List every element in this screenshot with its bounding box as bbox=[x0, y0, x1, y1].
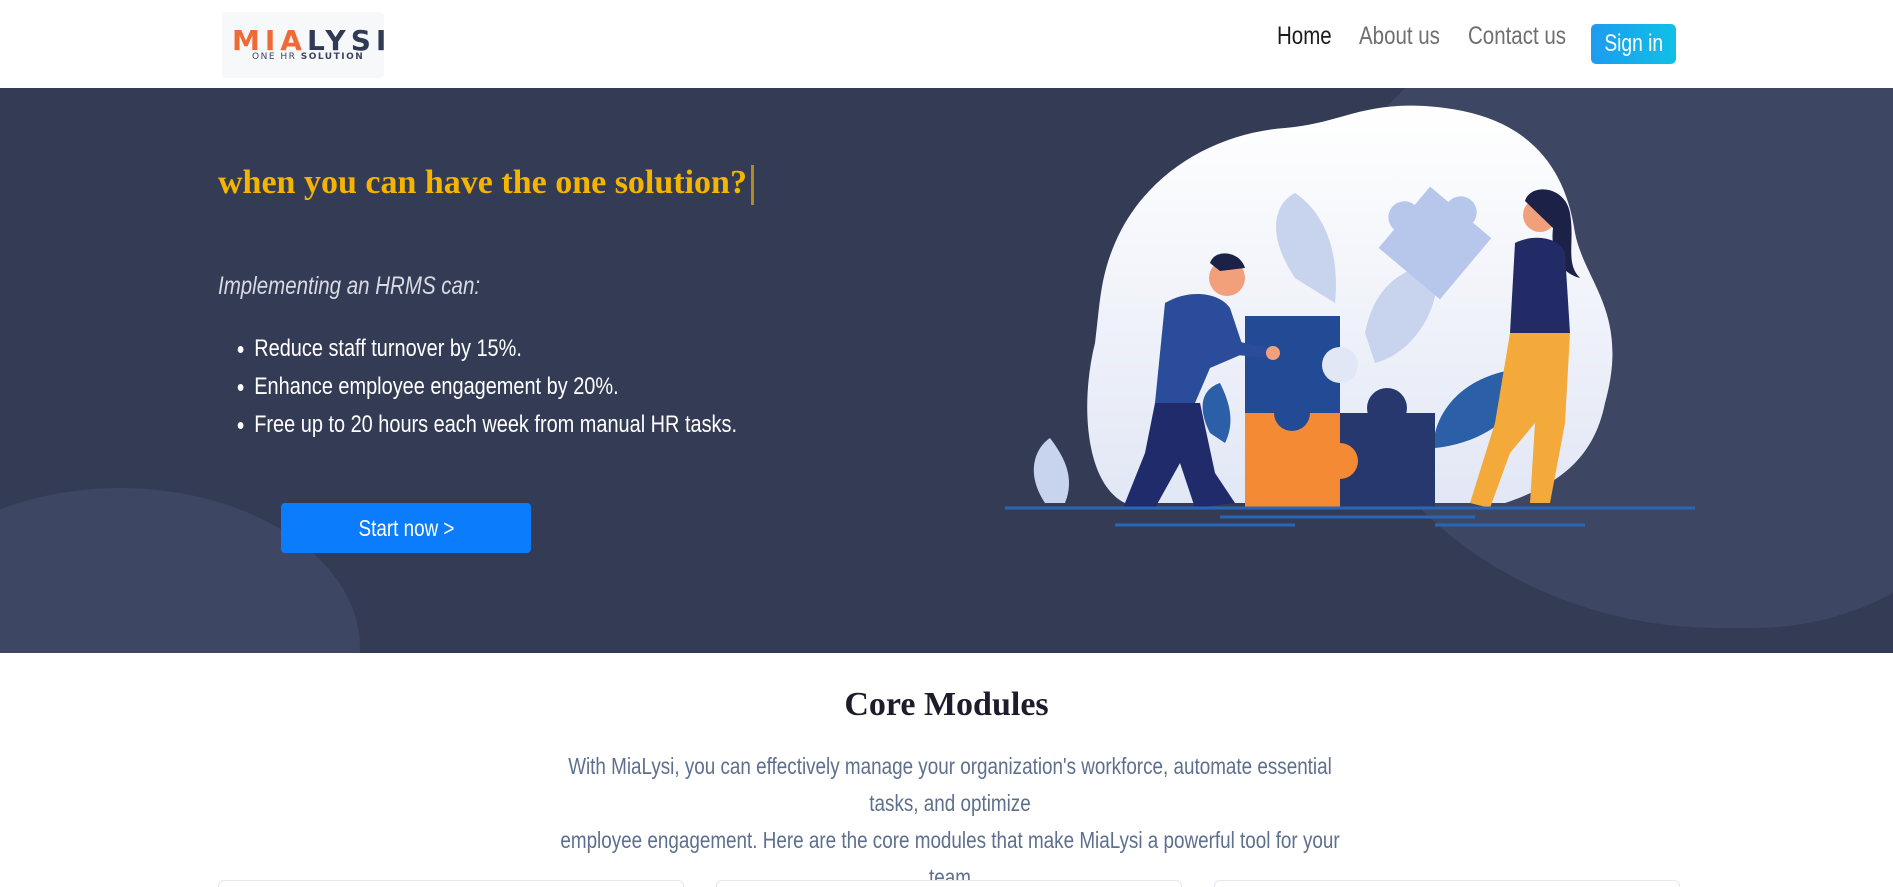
logo-tagline-thin: ONE HR bbox=[252, 52, 301, 62]
typing-cursor bbox=[750, 165, 754, 206]
background-spot bbox=[1700, 548, 1740, 582]
module-card[interactable] bbox=[218, 880, 684, 887]
background-spot bbox=[1780, 598, 1806, 622]
nav-contact-us[interactable]: Contact us bbox=[1468, 22, 1566, 51]
benefit-item: Reduce staff turnover by 15%. bbox=[236, 330, 737, 368]
logo-tagline-bold: SOLUTION bbox=[300, 52, 365, 62]
benefit-item: Free up to 20 hours each week from manua… bbox=[236, 406, 737, 444]
core-desc-line: employee engagement. Here are the core m… bbox=[560, 827, 1340, 887]
benefit-list: Reduce staff turnover by 15%. Enhance em… bbox=[236, 330, 840, 444]
hero-headline-text: when you can have the one solution? bbox=[218, 164, 747, 201]
module-card[interactable] bbox=[1214, 880, 1680, 887]
start-now-button[interactable]: Start now > bbox=[281, 503, 531, 553]
benefit-item: Enhance employee engagement by 20%. bbox=[236, 368, 737, 406]
core-modules-title: Core Modules bbox=[844, 686, 1049, 723]
team-puzzle-illustration bbox=[1005, 105, 1695, 527]
nav-about-us[interactable]: About us bbox=[1359, 22, 1440, 51]
core-modules-description: With MiaLysi, you can effectively manage… bbox=[470, 748, 1430, 887]
hero-section: when you can have the one solution? Impl… bbox=[0, 88, 1893, 653]
sign-in-label: Sign in bbox=[1604, 30, 1663, 57]
nav-home[interactable]: Home bbox=[1277, 22, 1332, 51]
core-desc-line: With MiaLysi, you can effectively manage… bbox=[568, 753, 1332, 816]
mialysi-logo[interactable]: MIALYSI ONE HR SOLUTION bbox=[222, 12, 386, 78]
logo-tagline: ONE HR SOLUTION bbox=[252, 52, 364, 62]
site-header: MIALYSI ONE HR SOLUTION Home About us Co… bbox=[0, 0, 1893, 88]
start-now-label: Start now > bbox=[358, 515, 454, 541]
hero-intro: Implementing an HRMS can: bbox=[218, 272, 481, 300]
sign-in-button[interactable]: Sign in bbox=[1591, 24, 1676, 64]
module-card[interactable] bbox=[716, 880, 1182, 887]
hero-headline: when you can have the one solution? bbox=[218, 164, 754, 206]
